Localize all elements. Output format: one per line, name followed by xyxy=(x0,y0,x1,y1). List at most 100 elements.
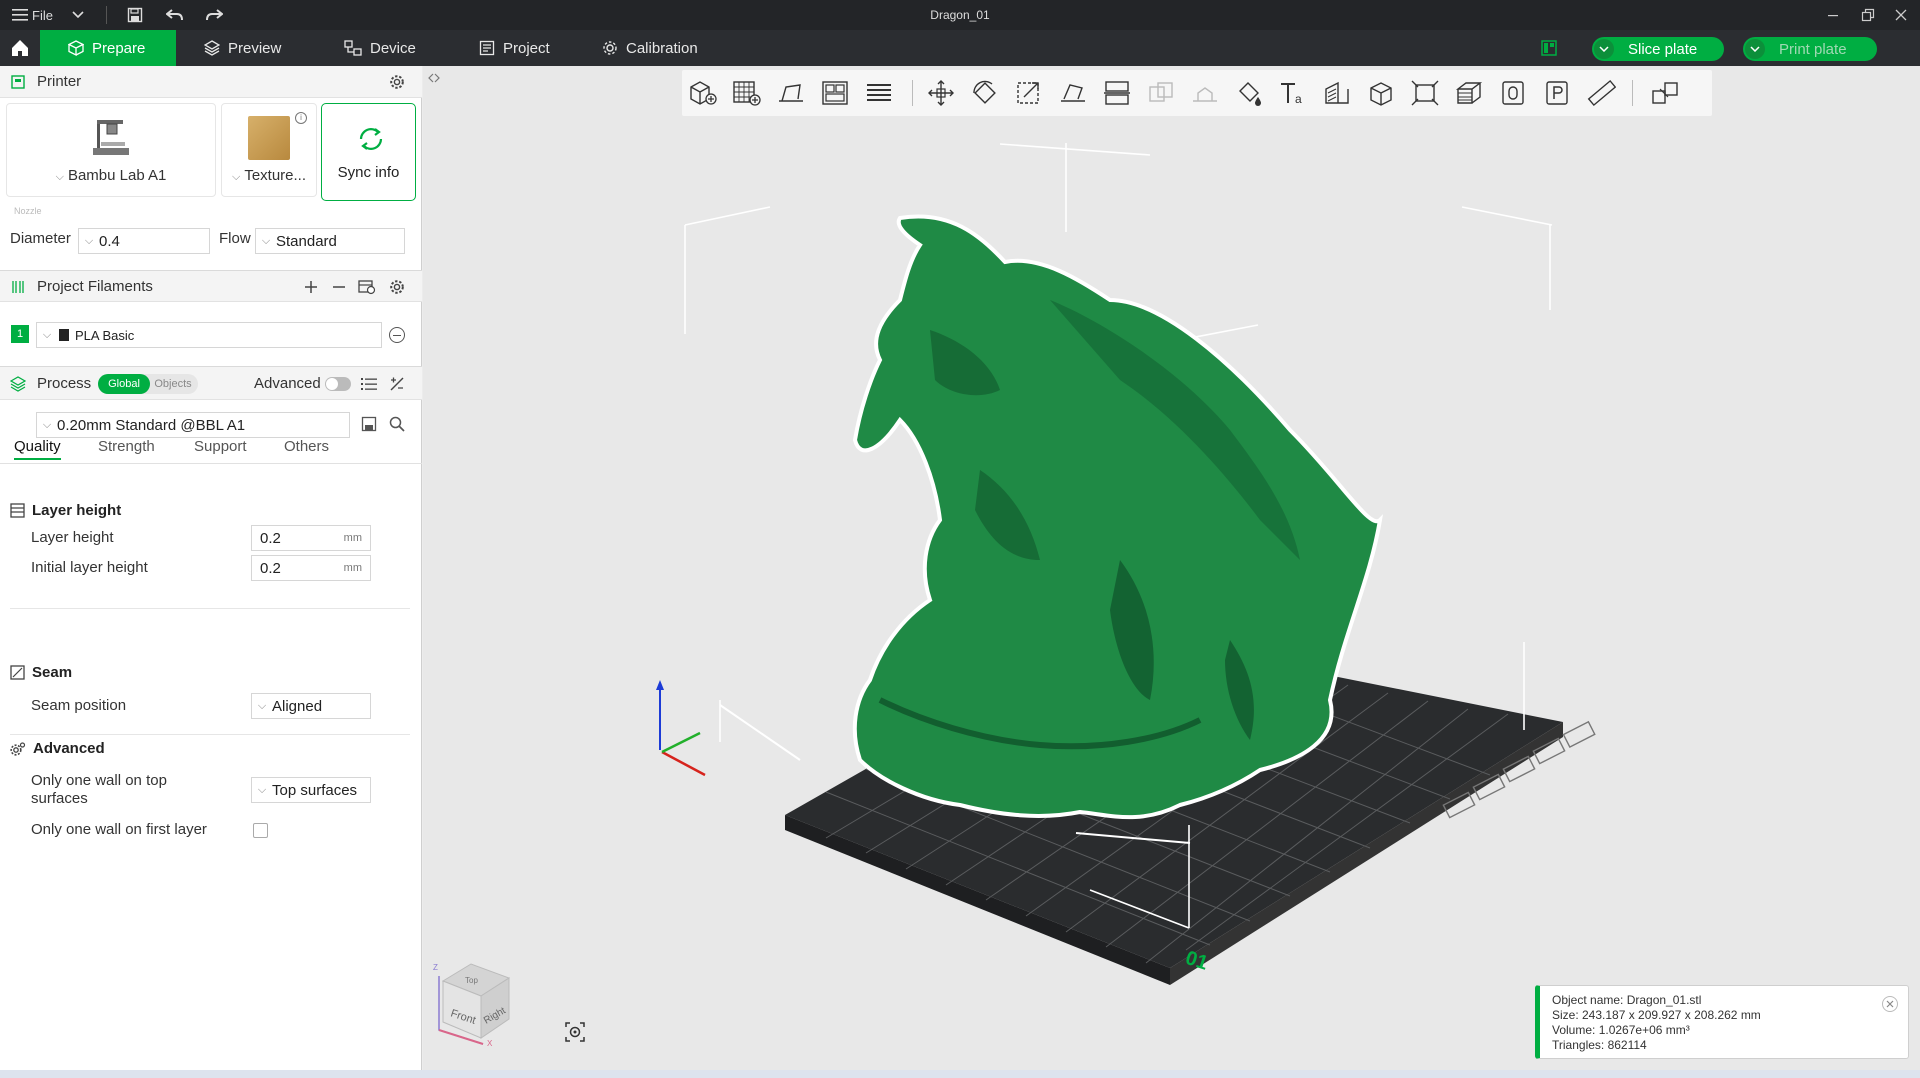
cut-icon[interactable] xyxy=(1100,78,1134,108)
text-icon[interactable]: a xyxy=(1276,78,1310,108)
assemble-icon[interactable] xyxy=(1408,78,1442,108)
svg-text:a: a xyxy=(1295,92,1302,106)
add-plate-icon[interactable] xyxy=(730,78,764,108)
close-icon[interactable] xyxy=(1895,0,1907,30)
chevron-down-icon[interactable] xyxy=(72,0,84,30)
add-object-icon[interactable] xyxy=(686,78,720,108)
layer-height-input[interactable]: 0.2 mm xyxy=(251,525,371,551)
remove-filament-icon[interactable] xyxy=(389,327,405,343)
view-cube-top-label: Top xyxy=(465,976,478,985)
slice-plate-button[interactable]: Slice plate xyxy=(1592,37,1724,61)
tab-strength[interactable]: Strength xyxy=(98,438,155,455)
variable-layer-icon[interactable] xyxy=(1452,78,1486,108)
minimize-icon[interactable] xyxy=(1827,0,1839,30)
arrange-icon[interactable] xyxy=(818,78,852,108)
objects-toggle-option[interactable]: Objects xyxy=(150,374,196,394)
view-cube[interactable]: Top Front Right Z X xyxy=(431,956,531,1048)
auto-orient-icon[interactable] xyxy=(774,78,808,108)
tab-prepare[interactable]: Prepare xyxy=(40,30,176,66)
seam-paint-icon[interactable] xyxy=(1496,78,1530,108)
process-preset-select[interactable]: ⌵ 0.20mm Standard @BBL A1 xyxy=(36,412,350,438)
slice-plate-label: Slice plate xyxy=(1628,40,1698,58)
chevron-down-icon: ⌵ xyxy=(257,783,267,796)
camera-reset-icon[interactable] xyxy=(563,1020,587,1044)
layers-icon xyxy=(204,40,220,56)
support-paint-icon[interactable] xyxy=(1188,78,1222,108)
flow-select[interactable]: ⌵ Standard xyxy=(255,228,405,254)
chevron-down-icon: ⌵ xyxy=(55,171,64,183)
filament-select[interactable]: ⌵ PLA Basic xyxy=(36,322,382,348)
save-icon[interactable] xyxy=(127,0,143,30)
global-objects-toggle[interactable]: Global Objects xyxy=(98,374,198,394)
explode-view-icon[interactable] xyxy=(1648,78,1682,108)
object-name: Object name: Dragon_01.stl xyxy=(1552,993,1702,1007)
add-icon[interactable] xyxy=(302,278,320,296)
boolean-icon[interactable] xyxy=(1144,78,1178,108)
seam-icon xyxy=(10,665,25,680)
tab-device[interactable]: Device xyxy=(318,30,416,66)
measure-box-icon[interactable] xyxy=(1364,78,1398,108)
chevron-down-icon: ⌵ xyxy=(257,699,267,712)
info-icon[interactable]: i xyxy=(295,112,307,124)
tab-project[interactable]: Project xyxy=(453,30,550,66)
print-plate-button[interactable]: Print plate xyxy=(1743,37,1877,61)
plate-selector[interactable]: i ⌵ Texture... xyxy=(221,103,317,197)
advanced-group-title: Advanced xyxy=(10,740,105,757)
seam-position-select[interactable]: ⌵ Aligned xyxy=(251,693,371,719)
tab-others[interactable]: Others xyxy=(284,438,329,455)
one-wall-top-select[interactable]: ⌵ Top surfaces xyxy=(251,777,371,803)
close-icon[interactable] xyxy=(1882,996,1898,1012)
ruler-icon[interactable] xyxy=(1584,78,1618,108)
advanced-switch[interactable] xyxy=(325,377,351,391)
plate-settings-icon[interactable] xyxy=(1540,78,1574,108)
undo-icon[interactable] xyxy=(166,0,184,30)
home-icon[interactable] xyxy=(0,30,40,66)
move-icon[interactable] xyxy=(924,78,958,108)
chevron-down-icon: ⌵ xyxy=(42,328,52,341)
rotate-icon[interactable] xyxy=(968,78,1002,108)
lay-on-face-icon[interactable] xyxy=(1056,78,1090,108)
redo-icon[interactable] xyxy=(205,0,223,30)
restore-icon[interactable] xyxy=(1861,0,1875,30)
chevron-down-icon[interactable] xyxy=(1745,39,1765,59)
document-title: Dragon_01 xyxy=(930,8,990,22)
tab-calibration[interactable]: Calibration xyxy=(576,30,698,66)
printer-selector[interactable]: ⌵ Bambu Lab A1 xyxy=(6,103,216,197)
layout-icon[interactable] xyxy=(1540,39,1558,57)
gear-icon[interactable] xyxy=(388,73,406,91)
tab-quality[interactable]: Quality xyxy=(14,438,61,460)
search-icon[interactable] xyxy=(389,416,405,432)
main-nav: Prepare Preview Device Project Calibrati… xyxy=(0,30,1920,66)
sync-info-button[interactable]: Sync info xyxy=(321,103,416,201)
initial-layer-height-input[interactable]: 0.2 mm xyxy=(251,555,371,581)
scale-icon[interactable] xyxy=(1012,78,1046,108)
save-preset-icon[interactable] xyxy=(361,416,377,432)
emboss-icon[interactable] xyxy=(1320,78,1354,108)
global-toggle-option[interactable]: Global xyxy=(98,374,150,394)
gear-icon[interactable] xyxy=(388,278,406,296)
ams-sync-icon[interactable] xyxy=(358,278,376,296)
device-icon xyxy=(344,40,362,56)
gear-icon xyxy=(603,41,617,55)
tab-preview[interactable]: Preview xyxy=(178,30,281,66)
print-plate-label: Print plate xyxy=(1779,40,1847,58)
3d-viewport[interactable]: 01 a Top Front Right Z X xyxy=(423,66,1920,1070)
printer-model-icon xyxy=(93,120,129,155)
tab-support[interactable]: Support xyxy=(194,438,247,455)
one-wall-first-layer-checkbox[interactable] xyxy=(253,823,268,838)
sync-info-label: Sync info xyxy=(337,164,400,181)
list-icon[interactable] xyxy=(360,375,378,393)
filament-type-icon xyxy=(59,329,69,341)
chevron-down-icon[interactable] xyxy=(1594,39,1614,59)
process-icon xyxy=(10,376,26,392)
remove-icon[interactable] xyxy=(330,278,348,296)
object-toolbar: a xyxy=(682,70,1712,116)
compare-icon[interactable] xyxy=(388,375,406,393)
chevron-down-icon: ⌵ xyxy=(42,418,52,431)
file-menu[interactable]: File xyxy=(12,0,53,30)
color-paint-icon[interactable] xyxy=(1232,78,1266,108)
seam-position-value: Aligned xyxy=(272,697,323,715)
split-layers-icon[interactable] xyxy=(862,78,896,108)
dragon-model[interactable] xyxy=(852,214,1383,820)
diameter-select[interactable]: ⌵ 0.4 xyxy=(78,228,210,254)
